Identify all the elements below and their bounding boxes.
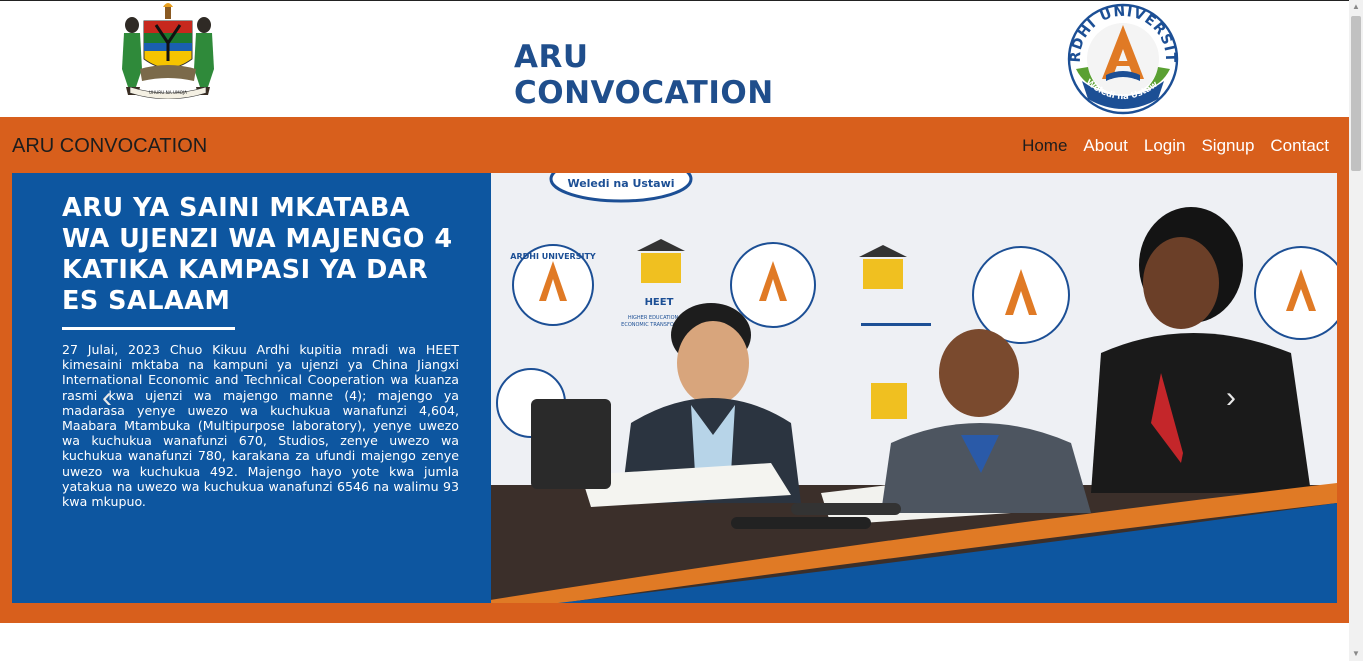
slide-photo: Weledi na Ustawi ARDHI UNIVERSITY HEET H…	[491, 173, 1337, 603]
scroll-down-arrow-icon[interactable]: ▼	[1349, 647, 1363, 661]
scroll-up-arrow-icon[interactable]: ▲	[1349, 0, 1363, 14]
banner-motto-top: Weledi na Ustawi	[567, 177, 674, 190]
banner-heet-text: HEET	[645, 297, 674, 308]
nav-signup-link[interactable]: Signup	[1201, 136, 1254, 156]
coat-of-arms-motto: UHURU NA UMOJA	[149, 90, 187, 95]
page-title: ARU CONVOCATION	[514, 39, 774, 111]
nav-about-link[interactable]: About	[1083, 136, 1127, 156]
page-scrollbar[interactable]: ▲ ▼	[1349, 0, 1363, 661]
hero-section: ARU CONVOCATION Home About Login Signup …	[0, 117, 1349, 623]
nav-login-link[interactable]: Login	[1144, 136, 1186, 156]
chevron-right-icon[interactable]: ›	[1226, 383, 1236, 413]
slide-body: 27 Julai, 2023 Chuo Kikuu Ardhi kupitia …	[62, 342, 459, 510]
site-header: UHURU NA UMOJA ARU CONVOCATION ARDHI UNI…	[0, 0, 1349, 117]
nav-contact-link[interactable]: Contact	[1270, 136, 1329, 156]
coat-of-arms-logo: UHURU NA UMOJA	[122, 3, 214, 99]
headline-underline	[62, 327, 235, 330]
ardhi-university-logo: ARDHI UNIVERSITY Weledi na Ustawi	[1066, 3, 1179, 115]
news-carousel: Weledi na Ustawi ARDHI UNIVERSITY HEET H…	[12, 173, 1337, 603]
chevron-left-icon[interactable]: ‹	[102, 383, 112, 413]
navbar-brand[interactable]: ARU CONVOCATION	[12, 135, 207, 158]
main-nav: Home About Login Signup Contact	[1022, 136, 1329, 156]
slide-headline: ARU YA SAINI MKATABA WA UJENZI WA MAJENG…	[62, 193, 453, 316]
banner-aru-text: ARDHI UNIVERSITY	[510, 252, 596, 261]
scrollbar-thumb[interactable]	[1351, 16, 1361, 171]
nav-home-link[interactable]: Home	[1022, 136, 1067, 156]
slide-caption: ARU YA SAINI MKATABA WA UJENZI WA MAJENG…	[62, 193, 459, 509]
